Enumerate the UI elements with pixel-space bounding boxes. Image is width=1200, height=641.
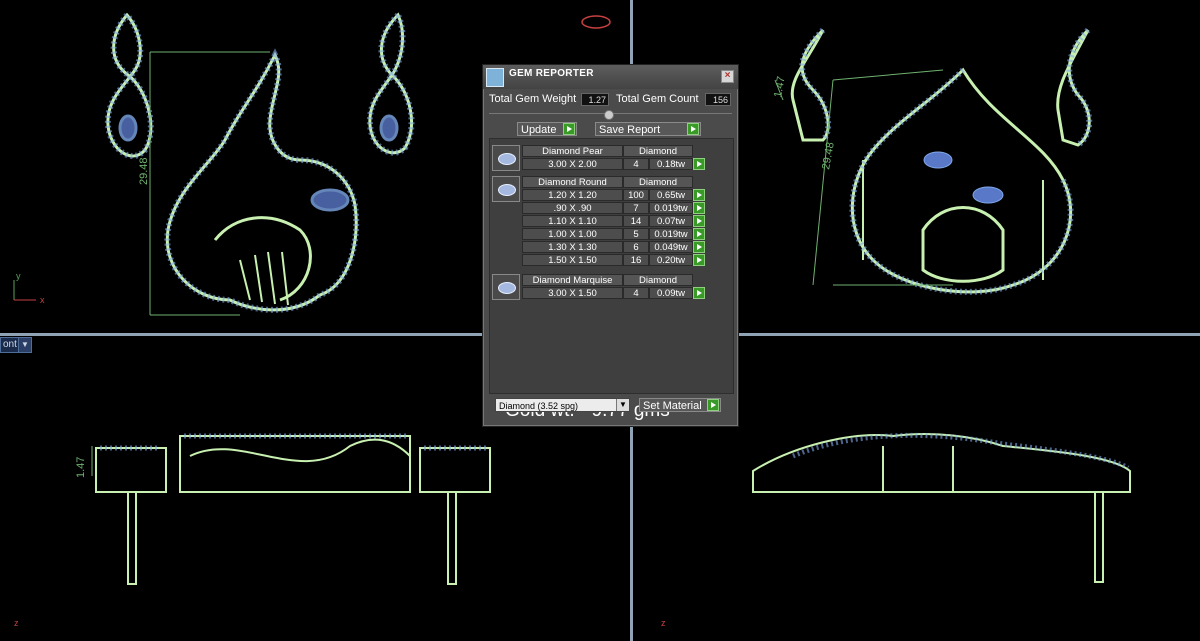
select-gem-row-go-icon[interactable] — [693, 215, 705, 227]
gem-count-cell: 4 — [623, 287, 649, 299]
app-logo-icon — [486, 68, 504, 87]
axis-x-label: x — [40, 295, 45, 305]
select-gem-row-go-icon[interactable] — [693, 228, 705, 240]
round-gem-icon[interactable] — [492, 176, 520, 202]
gem-size-cell: 1.30 X 1.30 — [522, 241, 623, 253]
gem-count-cell: 16 — [623, 254, 649, 266]
save-report-button-label: Save Report — [599, 124, 661, 136]
gem-weight-cell: 0.049tw — [649, 241, 693, 253]
gem-list-panel[interactable]: Diamond Pear Diamond 3.00 X 2.00 4 0.18tw Dia… — [489, 138, 734, 421]
viewport-name-button[interactable]: ont — [0, 337, 20, 353]
gem-shape-icon — [498, 184, 516, 196]
gem-size-cell: 1.10 X 1.10 — [522, 215, 623, 227]
select-gem-row-go-icon[interactable] — [693, 241, 705, 253]
gem-weight-cell: 0.07tw — [649, 215, 693, 227]
earring-set-side — [95, 435, 491, 585]
dimension-height-label: 29.48 — [138, 157, 150, 185]
gem-group-material: Diamond — [623, 145, 693, 157]
dimension-depth-label: 1.47 — [75, 457, 87, 478]
material-select[interactable]: Diamond (3.52 spg) ▼ — [495, 398, 630, 412]
total-gem-count-field[interactable]: 156 — [705, 93, 731, 106]
gem-size-cell: 1.00 X 1.00 — [522, 228, 623, 240]
gem-size-cell: .90 X .90 — [522, 202, 623, 214]
gem-group-name: Diamond Marquise — [522, 274, 623, 286]
panel-splitter-handle[interactable] — [604, 110, 614, 120]
gem-weight-cell: 0.18tw — [649, 158, 693, 170]
dimension-lines — [149, 51, 270, 316]
update-go-icon[interactable] — [563, 123, 575, 135]
gem-count-cell: 6 — [623, 241, 649, 253]
select-gem-row-go-icon[interactable] — [693, 189, 705, 201]
select-gem-row-go-icon[interactable] — [693, 158, 705, 170]
total-gem-weight-field[interactable]: 1.27 — [581, 93, 609, 106]
gem-group-material: Diamond — [623, 274, 693, 286]
set-material-button-label: Set Material — [643, 400, 702, 412]
save-report-button[interactable]: Save Report — [595, 122, 701, 136]
chevron-down-icon[interactable]: ▼ — [18, 337, 32, 353]
axis-z-label: z — [14, 618, 19, 628]
gem-setting-overlay — [792, 432, 1130, 471]
dialog-titlebar[interactable]: GEM REPORTER × — [483, 65, 738, 89]
gem-shape-icon — [498, 282, 516, 294]
gem-group-material: Diamond — [623, 176, 693, 188]
gem-weight-cell: 0.019tw — [649, 228, 693, 240]
material-select-value: Diamond (3.52 spg) — [499, 401, 579, 411]
select-gem-row-go-icon[interactable] — [693, 254, 705, 266]
gem-weight-cell: 0.09tw — [649, 287, 693, 299]
render-badge — [581, 15, 611, 29]
gem-setting-overlay — [100, 433, 486, 451]
gem-shape-icon — [498, 153, 516, 165]
axis-y-label: y — [16, 271, 21, 281]
dimension-height-label: 29.48 — [820, 141, 837, 170]
gem-weight-cell: 0.019tw — [649, 202, 693, 214]
gem-size-cell: 3.00 X 2.00 — [522, 158, 623, 170]
gem-size-cell: 3.00 X 1.50 — [522, 287, 623, 299]
save-report-go-icon[interactable] — [687, 123, 699, 135]
select-gem-row-go-icon[interactable] — [693, 202, 705, 214]
gem-weight-cell: 0.20tw — [649, 254, 693, 266]
gem-group-name: Diamond Pear — [522, 145, 623, 157]
marquise-gem-icon[interactable] — [492, 274, 520, 300]
earring-set-side — [752, 433, 1131, 583]
axis-z-label: z — [661, 618, 666, 628]
pear-gem-icon[interactable] — [492, 145, 520, 171]
gem-count-cell: 7 — [623, 202, 649, 214]
gem-size-cell: 1.50 X 1.50 — [522, 254, 623, 266]
select-gem-row-go-icon[interactable] — [693, 287, 705, 299]
gem-count-cell: 4 — [623, 158, 649, 170]
gem-group-name: Diamond Round — [522, 176, 623, 188]
gem-reporter-dialog[interactable]: GEM REPORTER × Total Gem Weight 1.27 Tot… — [482, 64, 739, 427]
gem-count-cell: 5 — [623, 228, 649, 240]
gem-weight-cell: 0.65tw — [649, 189, 693, 201]
earring-set-front — [104, 9, 415, 313]
gem-size-cell: 1.20 X 1.20 — [522, 189, 623, 201]
dialog-title: GEM REPORTER — [509, 68, 594, 79]
chevron-down-icon[interactable]: ▼ — [616, 399, 629, 411]
close-icon[interactable]: × — [721, 70, 734, 83]
set-material-go-icon[interactable] — [707, 399, 719, 411]
total-gem-weight-label: Total Gem Weight — [489, 93, 577, 105]
axis-triad: y x — [13, 271, 45, 305]
gem-count-cell: 14 — [623, 215, 649, 227]
update-button-label: Update — [521, 124, 557, 136]
dimension-depth-label: 1.47 — [772, 75, 788, 98]
gem-count-cell: 100 — [623, 189, 649, 201]
total-gem-count-label: Total Gem Count — [616, 93, 699, 105]
